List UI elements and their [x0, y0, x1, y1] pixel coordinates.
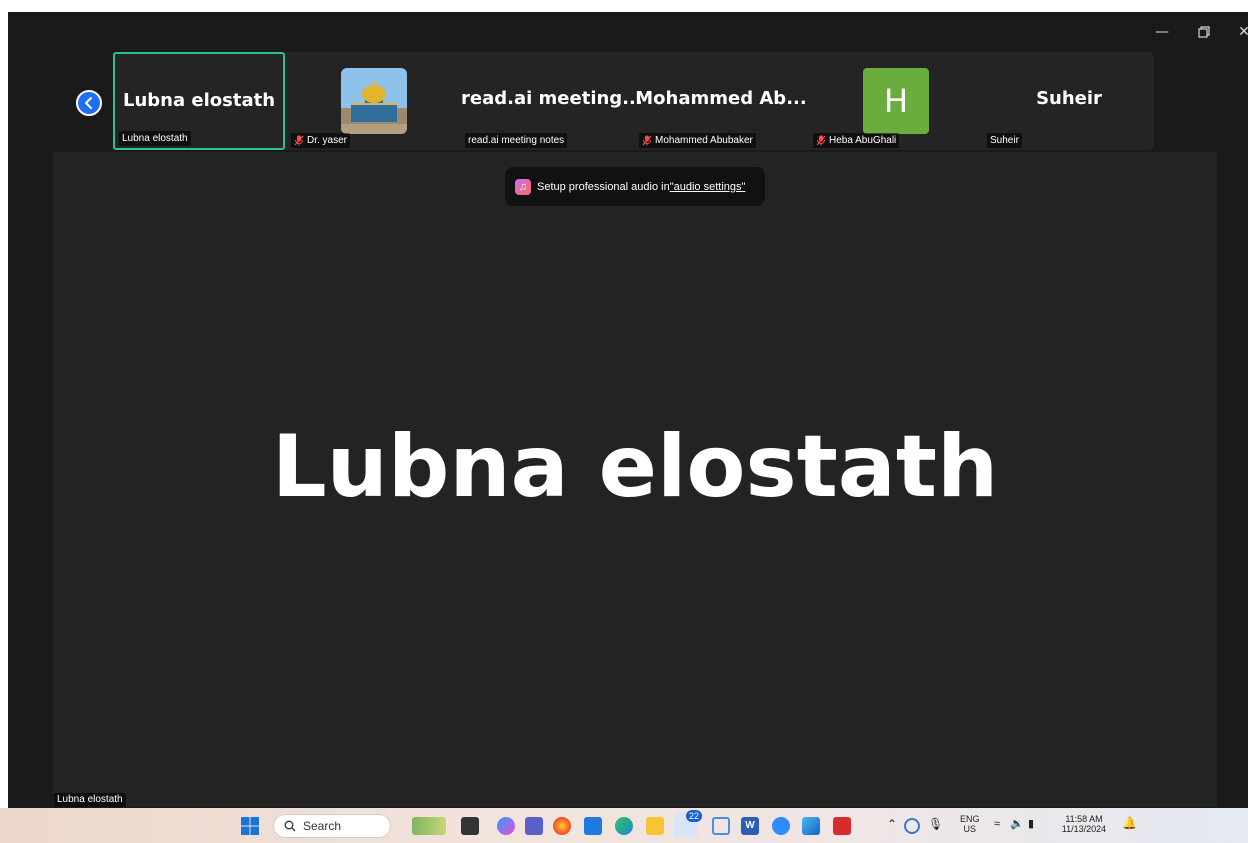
- keyboard-region: US: [963, 824, 977, 834]
- participant-name-tag: read.ai meeting notes: [465, 133, 568, 148]
- copilot-icon[interactable]: [497, 817, 515, 835]
- notification-badge: 22: [685, 810, 702, 822]
- avatar: H: [863, 68, 929, 134]
- search-placeholder: Search: [303, 819, 342, 833]
- language-indicator[interactable]: ENG US: [960, 814, 980, 834]
- participant-tag-text: Suheir: [990, 135, 1019, 146]
- participant-tile-mohammed[interactable]: Mohammed Ab... Mohammed Abubaker: [635, 52, 807, 150]
- participant-tag-text: Heba AbuGhali: [829, 135, 897, 146]
- acrobat-icon[interactable]: [833, 817, 851, 835]
- word-icon[interactable]: W: [741, 817, 759, 835]
- language-code: ENG: [960, 814, 980, 824]
- participant-tile-heba[interactable]: H Heba AbuGhali: [809, 52, 981, 150]
- participant-tag-text: Mohammed Abubaker: [655, 135, 753, 146]
- onedrive-sync-icon[interactable]: [904, 818, 920, 834]
- participant-display-name: Suheir: [1036, 88, 1102, 109]
- participant-name-tag: Lubna elostath: [119, 131, 191, 146]
- participant-strip: Lubna elostath Lubna elostath Dr. yaser …: [113, 52, 1154, 150]
- battery-icon[interactable]: ▮: [1028, 819, 1034, 830]
- muted-mic-icon: [642, 135, 652, 146]
- audio-settings-link[interactable]: "audio settings": [670, 181, 746, 193]
- participant-display-name: read.ai meeting...: [461, 88, 643, 109]
- clock-date: 11/13/2024: [1061, 824, 1107, 834]
- active-speaker-tag: Lubna elostath: [54, 793, 126, 807]
- windows-start-icon[interactable]: [241, 817, 259, 835]
- taskbar-search[interactable]: Search: [273, 814, 391, 838]
- participant-tag-text: Lubna elostath: [122, 133, 188, 144]
- toast-text: Setup professional audio in: [537, 180, 670, 193]
- participant-display-name: Lubna elostath: [122, 90, 276, 111]
- photos-icon[interactable]: [802, 817, 820, 835]
- wifi-icon[interactable]: ≈: [994, 819, 1000, 830]
- restore-icon[interactable]: [1190, 18, 1218, 46]
- active-speaker-name: Lubna elostath: [271, 417, 999, 517]
- muted-mic-icon: [294, 135, 304, 146]
- zoom-icon[interactable]: [772, 817, 790, 835]
- participant-name-tag: Mohammed Abubaker: [639, 133, 756, 148]
- task-view-icon[interactable]: [461, 817, 479, 835]
- clock-time: 11:58 AM: [1065, 814, 1103, 824]
- zoom-meeting-window: — ✕ Lubna elostath Lubna elostath Dr. ya…: [8, 12, 1248, 808]
- close-icon[interactable]: ✕: [1230, 18, 1248, 46]
- music-note-icon: ♫: [515, 178, 531, 195]
- avatar-letter: H: [883, 82, 909, 120]
- chevron-left-icon: [85, 97, 92, 109]
- collapse-strip-button[interactable]: [76, 90, 102, 116]
- participant-tile-suheir[interactable]: Suheir Suheir: [983, 52, 1155, 150]
- search-icon: [284, 820, 296, 832]
- snipping-tool-icon[interactable]: 22: [674, 810, 702, 837]
- volume-icon[interactable]: 🔉: [1010, 819, 1024, 830]
- participant-name-tag: Suheir: [987, 133, 1022, 148]
- firefox-icon[interactable]: [553, 817, 571, 835]
- microphone-icon[interactable]: 🎙: [928, 818, 943, 830]
- minimize-icon[interactable]: —: [1148, 18, 1176, 46]
- scissors-icon[interactable]: [712, 817, 730, 835]
- widgets-icon[interactable]: [412, 817, 446, 835]
- store-icon[interactable]: [584, 817, 602, 835]
- desktop-screen: — ✕ Lubna elostath Lubna elostath Dr. ya…: [0, 0, 1248, 843]
- participant-tile-read-ai[interactable]: read.ai meeting... read.ai meeting notes: [461, 52, 643, 150]
- clock[interactable]: 11:58 AM 11/13/2024: [1052, 814, 1116, 834]
- avatar: [341, 68, 407, 134]
- chevron-up-icon[interactable]: ⌃: [887, 818, 897, 830]
- teams-icon[interactable]: [525, 817, 543, 835]
- participant-name-tag: Dr. yaser: [291, 133, 351, 148]
- audio-settings-toast: ♫ Setup professional audio in "audio set…: [505, 167, 765, 206]
- participant-name-tag: Heba AbuGhali: [813, 133, 900, 148]
- edge-icon[interactable]: [615, 817, 633, 835]
- participant-tile-dr-yaser[interactable]: Dr. yaser: [287, 52, 459, 150]
- notification-bell-icon[interactable]: 🔔: [1122, 817, 1137, 829]
- active-speaker-view: ♫ Setup professional audio in "audio set…: [53, 152, 1217, 807]
- participant-display-name: Mohammed Ab...: [635, 88, 807, 109]
- participant-tag-text: Dr. yaser: [307, 135, 348, 146]
- participant-tile-lubna[interactable]: Lubna elostath Lubna elostath: [113, 52, 285, 150]
- windows-taskbar: Search 22 W ⌃ 🎙 ENG US ≈ 🔉 ▮ 11:58 AM 11…: [0, 808, 1248, 843]
- muted-mic-icon: [816, 135, 826, 146]
- file-explorer-icon[interactable]: [646, 817, 664, 835]
- participant-tag-text: read.ai meeting notes: [468, 135, 565, 146]
